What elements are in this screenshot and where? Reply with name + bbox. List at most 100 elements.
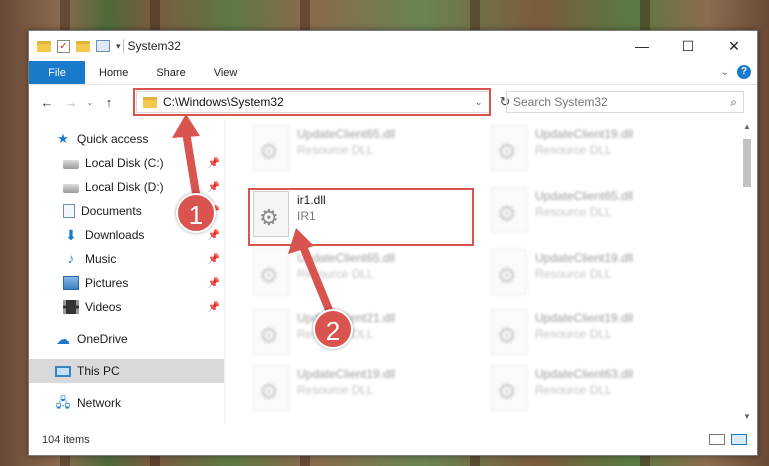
dll-file-icon: ⚙ bbox=[249, 363, 293, 419]
file-item[interactable]: ⚙ UpdateClient19.dll Resource DLL bbox=[249, 363, 475, 423]
file-description: Resource DLL bbox=[535, 383, 612, 397]
help-icon[interactable]: ? bbox=[737, 65, 751, 79]
window-title: System32 bbox=[127, 39, 181, 53]
scroll-up-icon[interactable]: ▲ bbox=[739, 119, 755, 135]
tab-home[interactable]: Home bbox=[85, 61, 142, 84]
navigation-pane: ★ Quick access Local Disk (C:) 📌 Local D… bbox=[29, 119, 225, 425]
network-icon: 🖧 bbox=[55, 395, 71, 410]
file-name: UpdateClient19.dll bbox=[535, 311, 634, 325]
videos-icon bbox=[63, 300, 79, 314]
sidebar-item-label: Network bbox=[77, 396, 122, 410]
disk-icon bbox=[63, 184, 79, 193]
window-controls: — ☐ ✕ bbox=[619, 31, 757, 61]
sidebar-item-music[interactable]: ♪ Music 📌 bbox=[29, 247, 224, 271]
properties-check-icon[interactable]: ✓ bbox=[57, 39, 70, 53]
sidebar-item-network[interactable]: 🖧 Network bbox=[29, 391, 224, 415]
item-count: 104 items bbox=[42, 434, 90, 446]
music-icon: ♪ bbox=[67, 251, 75, 266]
file-item[interactable]: ⚙ UpdateClient19.dll Resource DLL bbox=[487, 247, 713, 307]
documents-icon bbox=[63, 204, 75, 218]
file-description: Resource DLL bbox=[535, 267, 612, 281]
callout-1: 1 bbox=[176, 193, 216, 233]
file-item[interactable]: ⚙ UpdateClient19.dll Resource DLL bbox=[487, 307, 713, 367]
sidebar-item-videos[interactable]: Videos 📌 bbox=[29, 295, 224, 319]
file-item[interactable]: ⚙ UpdateClient63.dll Resource DLL bbox=[487, 363, 713, 423]
sidebar-item-label: Downloads bbox=[85, 228, 145, 242]
tab-file[interactable]: File bbox=[29, 61, 85, 84]
quick-access-toolbar: ✓ ▾ bbox=[37, 39, 121, 53]
file-highlight-box bbox=[248, 188, 474, 246]
large-icons-view-icon[interactable] bbox=[731, 434, 747, 445]
sidebar-item-label: Local Disk (D:) bbox=[85, 180, 164, 194]
sidebar-item-pictures[interactable]: Pictures 📌 bbox=[29, 271, 224, 295]
sidebar-item-label: Documents bbox=[81, 204, 142, 218]
title-bar: ✓ ▾ System32 — ☐ ✕ bbox=[29, 31, 757, 61]
ribbon-tabs: File Home Share View ⌄ ? bbox=[29, 61, 757, 85]
folder-icon[interactable] bbox=[37, 40, 51, 52]
scroll-down-icon[interactable]: ▼ bbox=[739, 409, 755, 425]
dll-file-icon: ⚙ bbox=[249, 123, 293, 179]
file-item[interactable]: ⚙ UpdateClient65.dll Resource DLL bbox=[487, 185, 713, 245]
forward-button[interactable]: → bbox=[59, 95, 83, 110]
sidebar-item-label: Local Disk (C:) bbox=[85, 156, 164, 170]
main-area: ★ Quick access Local Disk (C:) 📌 Local D… bbox=[29, 119, 757, 425]
sidebar-item-this-pc[interactable]: This PC bbox=[29, 359, 224, 383]
pictures-icon bbox=[63, 276, 79, 290]
title-separator bbox=[122, 39, 124, 53]
pin-icon: 📌 bbox=[207, 301, 220, 313]
file-name: UpdateClient65.dll bbox=[297, 127, 396, 141]
customize-toolbar-chevron-icon[interactable]: ▾ bbox=[116, 41, 121, 52]
details-view-icon[interactable] bbox=[709, 434, 725, 445]
pin-icon: 📌 bbox=[207, 277, 220, 289]
up-button[interactable]: ↑ bbox=[97, 95, 121, 110]
sidebar-item-label: Pictures bbox=[85, 276, 129, 290]
file-list: ⚙ UpdateClient65.dll Resource DLL ⚙ ir1.d… bbox=[225, 119, 757, 425]
sidebar-item-quick-access[interactable]: ★ Quick access bbox=[29, 127, 224, 151]
pin-icon: 📌 bbox=[207, 229, 220, 241]
search-icon[interactable]: ⌕ bbox=[730, 95, 737, 110]
minimize-button[interactable]: — bbox=[619, 31, 665, 61]
pc-icon bbox=[55, 365, 71, 377]
disk-icon bbox=[63, 160, 79, 169]
new-folder-icon[interactable] bbox=[76, 40, 90, 52]
search-box[interactable]: ⌕ bbox=[506, 91, 744, 113]
navigation-bar: ← → ⌄ ↑ C:\Windows\System32 ⌄ ↻ ⌕ bbox=[29, 85, 757, 119]
file-description: Resource DLL bbox=[297, 267, 374, 281]
file-item[interactable]: ⚙ UpdateClient65.dll Resource DLL bbox=[249, 123, 475, 183]
sidebar-item-onedrive[interactable]: ☁ OneDrive bbox=[29, 327, 224, 351]
file-description: Resource DLL bbox=[297, 383, 374, 397]
sidebar-item-label: This PC bbox=[77, 364, 120, 378]
search-input[interactable] bbox=[513, 95, 731, 109]
ribbon-right-controls: ⌄ ? bbox=[721, 65, 751, 79]
sidebar-item-local-disk-c[interactable]: Local Disk (C:) 📌 bbox=[29, 151, 224, 175]
file-name: UpdateClient19.dll bbox=[535, 251, 634, 265]
dll-file-icon: ⚙ bbox=[249, 247, 293, 303]
file-name: UpdateClient65.dll bbox=[535, 189, 634, 203]
pin-icon: 📌 bbox=[207, 181, 220, 193]
sidebar-item-label: Music bbox=[85, 252, 117, 266]
sidebar-item-label: Quick access bbox=[77, 132, 149, 146]
file-item[interactable]: ⚙ UpdateClient19.dll Resource DLL bbox=[487, 123, 713, 183]
cloud-icon: ☁ bbox=[56, 331, 70, 347]
tab-share[interactable]: Share bbox=[142, 61, 199, 84]
maximize-button[interactable]: ☐ bbox=[665, 31, 711, 61]
download-icon: ⬇ bbox=[65, 227, 77, 243]
pin-icon: 📌 bbox=[207, 157, 220, 169]
file-item[interactable]: ⚙ UpdateClient21.dllResource DLL bbox=[249, 307, 475, 367]
sidebar-item-label: OneDrive bbox=[77, 332, 128, 346]
vertical-scrollbar[interactable]: ▲ ▼ bbox=[739, 119, 755, 425]
properties-icon[interactable] bbox=[96, 40, 110, 52]
tab-view[interactable]: View bbox=[200, 61, 252, 84]
callout-2: 2 bbox=[313, 309, 353, 349]
file-item[interactable]: ⚙ UpdateClient65.dll Resource DLL bbox=[249, 247, 475, 307]
file-description: Resource DLL bbox=[297, 143, 374, 157]
expand-ribbon-chevron-icon[interactable]: ⌄ bbox=[721, 67, 729, 78]
view-toggle bbox=[709, 434, 747, 445]
recent-locations-chevron-icon[interactable]: ⌄ bbox=[83, 98, 97, 107]
close-button[interactable]: ✕ bbox=[711, 31, 757, 61]
back-button[interactable]: ← bbox=[35, 95, 59, 110]
file-name: UpdateClient65.dll bbox=[297, 251, 396, 265]
status-bar: 104 items bbox=[29, 425, 757, 455]
scrollbar-thumb[interactable] bbox=[743, 139, 751, 187]
dll-file-icon: ⚙ bbox=[249, 307, 293, 363]
